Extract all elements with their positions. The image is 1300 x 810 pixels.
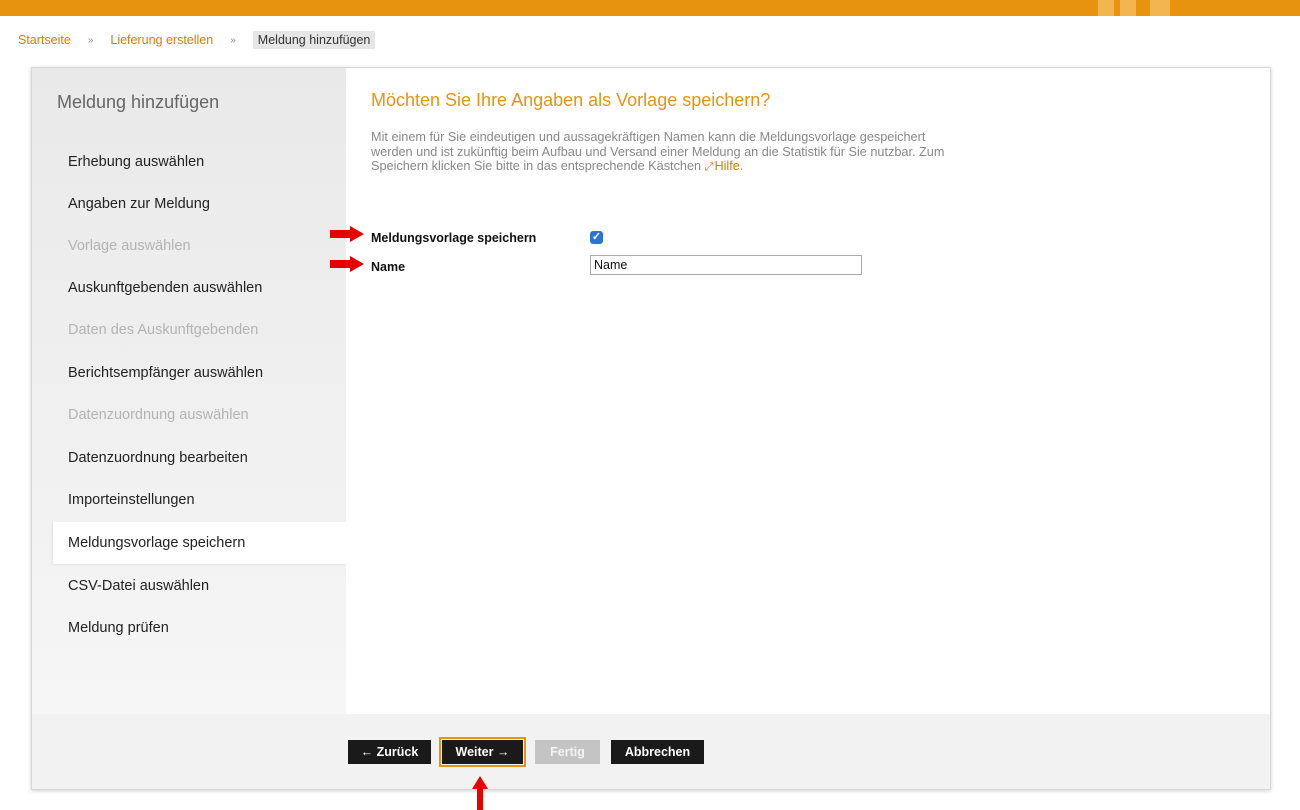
annotation-arrow-up-icon	[472, 776, 488, 810]
sidebar-item-berichtsempfaenger[interactable]: Berichtsempfänger auswählen	[53, 352, 346, 394]
breadcrumb-current: Meldung hinzufügen	[252, 31, 376, 49]
breadcrumb-separator: »	[230, 34, 236, 46]
sidebar-item-vorlage: Vorlage auswählen	[68, 238, 191, 254]
sidebar-title: Meldung hinzufügen	[57, 92, 220, 112]
description-suffix: .	[739, 159, 744, 173]
sidebar-item-datenzuordnung-bearbeiten[interactable]: Datenzuordnung bearbeiten	[53, 437, 346, 479]
sidebar-item-angaben[interactable]: Angaben zur Meldung	[53, 183, 346, 225]
top-bar-decoration	[1098, 0, 1114, 16]
breadcrumb-link-create-delivery[interactable]: Lieferung erstellen	[110, 33, 213, 47]
sidebar-item-erhebung[interactable]: Erhebung auswählen	[53, 141, 346, 183]
next-button[interactable]: Weiter →	[439, 737, 526, 767]
help-link[interactable]: ⤢Hilfe	[705, 159, 740, 173]
sidebar-item-meldungsvorlage-speichern[interactable]: Meldungsvorlage speichern	[53, 522, 346, 564]
template-name-input[interactable]	[590, 255, 862, 275]
top-bar-decoration	[1120, 0, 1136, 16]
top-accent-bar	[0, 0, 1300, 16]
annotation-arrow-right-icon	[330, 226, 364, 242]
sidebar-item-auskunftgebenden[interactable]: Auskunftgebenden auswählen	[53, 267, 346, 309]
description-text: Mit einem für Sie eindeutigen und aussag…	[371, 130, 966, 175]
back-button[interactable]: ← Zurück	[348, 740, 431, 764]
description-body: Mit einem für Sie eindeutigen und aussag…	[371, 130, 945, 173]
finish-button: Fertig	[535, 740, 600, 764]
wizard-sidebar: Meldung hinzufügen Erhebung auswählen An…	[32, 68, 346, 714]
sidebar-item-datenzuordnung-auswaehlen: Datenzuordnung auswählen	[68, 407, 249, 423]
cancel-button[interactable]: Abbrechen	[611, 740, 704, 764]
breadcrumb: Startseite » Lieferung erstellen » Meldu…	[18, 31, 376, 49]
wizard-panel: Meldung hinzufügen Erhebung auswählen An…	[31, 67, 1271, 790]
name-label: Name	[371, 260, 406, 274]
page-title: Möchten Sie Ihre Angaben als Vorlage spe…	[371, 90, 771, 110]
help-link-label: Hilfe	[714, 159, 740, 173]
sidebar-item-csv-datei[interactable]: CSV-Datei auswählen	[53, 565, 346, 607]
top-bar-decoration	[1150, 0, 1170, 16]
save-template-label: Meldungsvorlage speichern	[371, 231, 537, 245]
sidebar-item-importeinstellungen[interactable]: Importeinstellungen	[53, 479, 346, 521]
sidebar-item-meldung-pruefen[interactable]: Meldung prüfen	[53, 607, 346, 649]
annotation-arrow-right-icon	[330, 256, 364, 272]
sidebar-item-daten-auskunftgebenden: Daten des Auskunftgebenden	[68, 322, 259, 338]
breadcrumb-link-home[interactable]: Startseite	[18, 33, 71, 47]
external-link-icon: ⤢	[704, 161, 714, 173]
save-template-checkbox[interactable]: ✓	[590, 231, 603, 244]
breadcrumb-separator: »	[87, 34, 94, 46]
main-content: Möchten Sie Ihre Angaben als Vorlage spe…	[346, 68, 1270, 714]
